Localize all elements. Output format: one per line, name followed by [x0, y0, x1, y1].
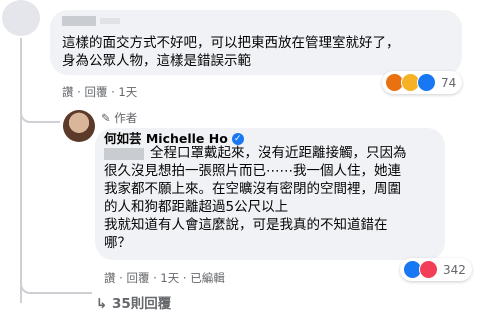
like-thumb-icon — [417, 73, 436, 92]
heart-icon — [419, 260, 438, 279]
reply-reactions[interactable]: 342 — [400, 258, 472, 281]
thread-line — [20, 38, 22, 303]
reaction-count: 74 — [441, 75, 457, 90]
view-more-replies[interactable]: ↳ 35則回覆 — [96, 292, 171, 312]
comment-actions[interactable]: 讚 · 回覆 · 1天 — [62, 84, 137, 100]
commenter-name-redacted-2 — [100, 18, 120, 24]
author-badge-label: 作者 — [114, 111, 138, 125]
author-avatar[interactable] — [63, 110, 95, 142]
commenter-name-redacted — [62, 16, 96, 26]
author-badge: ✎ 作者 — [101, 110, 137, 126]
reply-text-line6: 哪？ — [104, 235, 131, 251]
comment-reactions[interactable]: 74 — [382, 71, 463, 94]
comment-text-line2: 身為公眾人物，這樣是錯誤示範 — [62, 53, 251, 69]
reaction-count: 342 — [443, 262, 466, 277]
commenter-avatar[interactable] — [2, 0, 40, 36]
reply-actions[interactable]: 讚 · 回覆 · 1天 · 已編輯 — [104, 270, 225, 286]
mentioned-name-redacted — [104, 148, 144, 160]
reply-arrow-icon: ↳ — [96, 296, 108, 312]
thread-branch-2 — [20, 278, 92, 294]
more-replies-label[interactable]: 35則回覆 — [112, 296, 171, 312]
pen-icon: ✎ — [101, 111, 111, 125]
thread-branch-1 — [20, 107, 60, 123]
reply-text-line5: 我就知道有人會這麼說，可是我真的不知道錯在 — [104, 217, 388, 233]
